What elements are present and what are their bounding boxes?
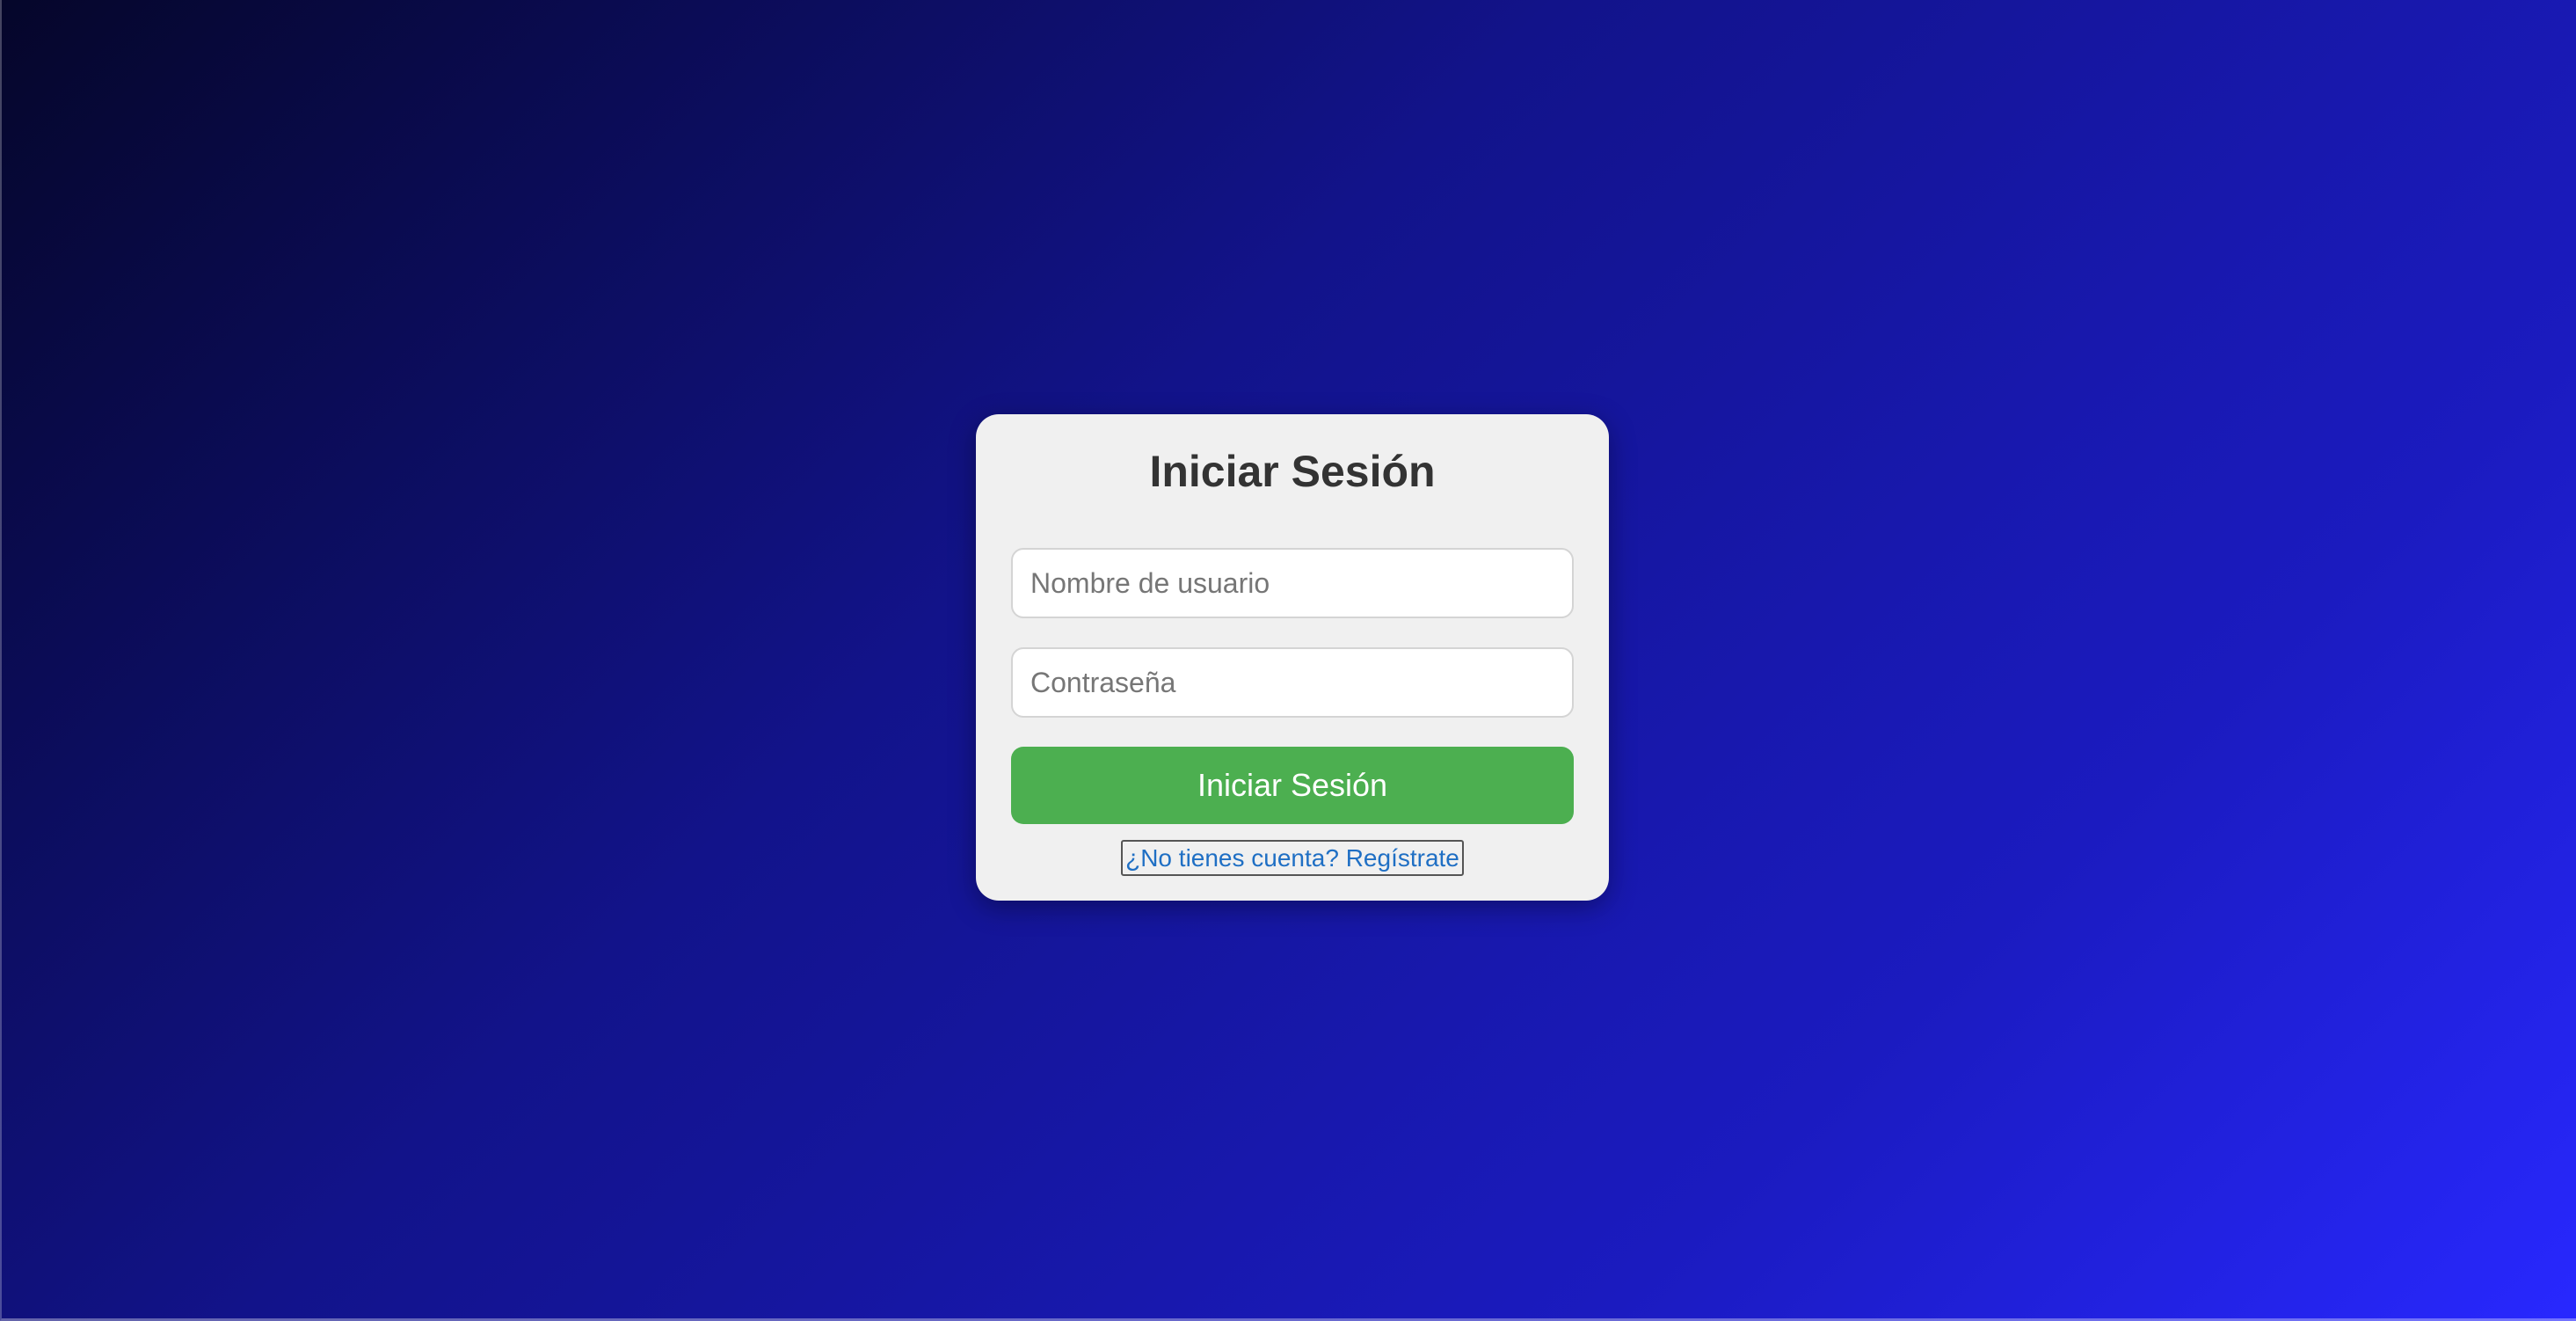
register-link-container: ¿No tienes cuenta? Regístrate [1011, 840, 1574, 876]
login-title: Iniciar Sesión [1149, 447, 1436, 496]
login-card: Iniciar Sesión Iniciar Sesión ¿No tienes… [976, 414, 1609, 901]
register-link[interactable]: ¿No tienes cuenta? Regístrate [1121, 840, 1464, 876]
login-submit-button[interactable]: Iniciar Sesión [1011, 747, 1574, 824]
username-input[interactable] [1011, 548, 1574, 618]
password-input[interactable] [1011, 647, 1574, 718]
